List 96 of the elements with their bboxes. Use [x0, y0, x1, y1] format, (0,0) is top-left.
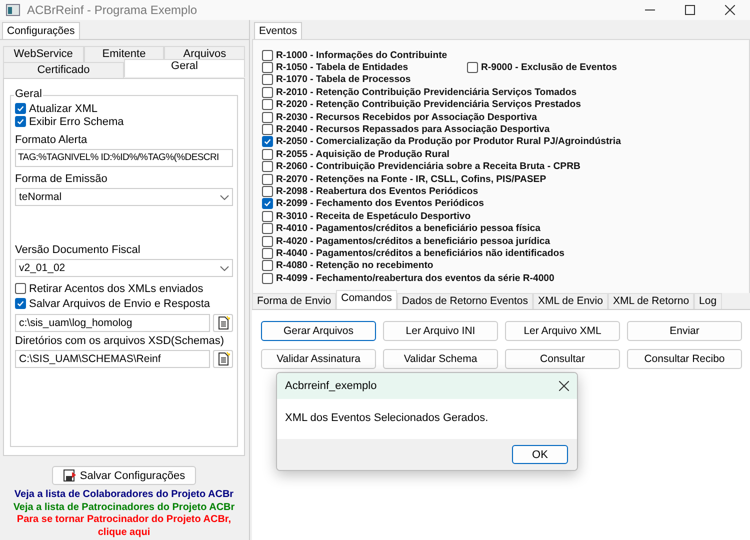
tab[interactable]: XML de Envio [532, 293, 608, 309]
checkbox-label: Retirar Acentos dos XMLs enviados [29, 282, 204, 294]
event-label: R-1070 - Tabela de Processos [276, 74, 411, 86]
event-label: R-2098 - Reabertura dos Eventos Periódicos [276, 186, 478, 197]
window-title: ACBrReinf - Programa Exemplo [27, 3, 198, 17]
checkbox[interactable] [15, 298, 26, 309]
event-label: R-2020 - Retenção Contribuição Previdenciária Serviços Prestados [276, 99, 581, 110]
chevron-icon [220, 266, 229, 270]
dialog-title: Acbrreinf_exemplo [285, 380, 377, 392]
checkbox[interactable] [15, 103, 26, 114]
checkbox[interactable] [262, 161, 273, 172]
tab[interactable]: WebService [3, 46, 84, 62]
tab[interactable]: Log [694, 293, 722, 309]
tab[interactable]: Dados de Retorno Eventos [396, 293, 533, 309]
link[interactable]: Para se tornar Patrocinador do Projeto ACBr, clique aqui [4, 514, 244, 539]
command-button[interactable]: Validar Assinatura [261, 349, 376, 369]
checkbox[interactable] [262, 62, 273, 74]
input-field[interactable]: C:\SIS_UAM\SCHEMAS\Reinf [15, 350, 210, 368]
input-field[interactable]: c:\sis_uam\log_homolog [15, 314, 210, 332]
group-title: Geral [14, 88, 43, 100]
checkbox[interactable] [262, 136, 273, 148]
event-label: R-4040 - Pagamentos/créditos a beneficiários não identificados [276, 248, 564, 259]
input-field[interactable]: TAG:%TAGNIVEL% ID:%ID%/%TAG%(%DESCRI [15, 149, 233, 167]
command-button[interactable]: Validar Schema [383, 349, 498, 369]
link[interactable]: Veja a lista de Colaboradores do Projeto ACBr [14, 489, 234, 502]
browse-button[interactable] [213, 314, 233, 332]
checkbox[interactable] [262, 124, 273, 136]
command-button[interactable]: Ler Arquivo XML [505, 321, 620, 341]
event-label: R-9000 - Exclusão de Eventos [481, 62, 617, 74]
link[interactable]: Veja a lista de Patrocinadores do Projeto ACBr [13, 502, 235, 514]
tab[interactable]: Comandos [336, 290, 397, 309]
checkbox[interactable] [262, 186, 273, 197]
close-icon[interactable] [725, 5, 735, 15]
tab[interactable]: Configurações [2, 22, 80, 39]
save-icon [62, 469, 77, 482]
dialog-message: XML dos Eventos Selecionados Gerados. [284, 411, 490, 426]
checkbox[interactable] [262, 210, 273, 222]
checkbox[interactable] [262, 223, 273, 234]
field-label: Forma de Emissão [15, 173, 108, 185]
save-button[interactable]: Salvar Configurações [52, 466, 196, 485]
checkbox[interactable] [262, 74, 273, 86]
field-label: Versão Documento Fiscal [15, 244, 142, 256]
checkbox[interactable] [262, 272, 273, 284]
checkbox[interactable] [262, 236, 273, 247]
checkbox[interactable] [467, 62, 478, 74]
checkbox[interactable] [262, 260, 273, 272]
field-label: Diretórios com os arquivos XSD(Schemas) [15, 335, 226, 347]
checkbox[interactable] [15, 116, 26, 127]
tab[interactable]: XML de Retorno [608, 293, 694, 309]
tab[interactable]: Certificado [3, 62, 124, 78]
checkbox[interactable] [262, 99, 273, 110]
document-icon [216, 316, 230, 330]
event-label: R-4010 - Pagamentos/créditos a beneficiário pessoa física [276, 223, 540, 234]
checkbox[interactable] [262, 148, 273, 160]
document-icon [216, 352, 230, 366]
checkbox-label: Atualizar XML [29, 102, 98, 114]
event-label: R-3010 - Receita de Espetáculo Desportivo [276, 210, 471, 222]
event-label: R-4020 - Pagamentos/créditos a beneficiário pessoa jurídica [276, 236, 550, 247]
event-label: R-2099 - Fechamento dos Eventos Periódicos [276, 198, 484, 210]
command-button[interactable]: Ler Arquivo INI [383, 321, 498, 341]
ok-button[interactable]: OK [512, 445, 568, 464]
tab[interactable]: Forma de Envio [252, 293, 336, 309]
event-label: R-2055 - Aquisição de Produção Rural [276, 148, 450, 160]
checkbox-label: Salvar Arquivos de Envio e Resposta [29, 298, 210, 310]
checkbox[interactable] [262, 198, 273, 210]
checkbox[interactable] [262, 248, 273, 259]
checkbox[interactable] [15, 283, 26, 294]
field-label: Formato Alerta [15, 134, 88, 146]
dropdown[interactable]: teNormal [15, 188, 233, 206]
event-label: R-2050 - Comercialização da Produção por Produtor Rural PJ/Agroindústria [276, 136, 621, 148]
command-button[interactable]: Enviar [627, 321, 742, 341]
event-label: R-2010 - Retenção Contribuição Previdenciária Serviços Tomados [276, 86, 577, 98]
checkbox[interactable] [262, 112, 273, 123]
chevron-icon [220, 194, 229, 200]
command-button[interactable]: Gerar Arquivos [261, 321, 376, 341]
event-label: R-2030 - Recursos Recebidos por Associação Desportiva [276, 112, 537, 123]
event-label: R-4099 - Fechamento/reabertura dos eventos da série R-4000 [276, 272, 554, 284]
checkbox-label: Exibir Erro Schema [29, 116, 124, 128]
checkbox[interactable] [262, 86, 273, 98]
dropdown[interactable]: v2_01_02 [15, 259, 233, 277]
tab[interactable]: Eventos [254, 22, 302, 39]
event-label: R-2040 - Recursos Repassados para Associação Desportiva [276, 124, 550, 136]
maximize-icon[interactable] [685, 5, 695, 15]
event-label: R-2060 - Contribuição Previdenciária sobre a Receita Bruta - CPRB [276, 161, 580, 172]
app-icon [6, 4, 20, 16]
command-button[interactable]: Consultar [505, 349, 620, 369]
browse-button[interactable] [213, 350, 233, 368]
tab[interactable]: Geral [124, 59, 245, 77]
checkbox[interactable] [262, 174, 273, 185]
event-label: R-1050 - Tabela de Entidades [276, 62, 408, 74]
event-label: R-2070 - Retenções na Fonte - IR, CSLL, Cofins, PIS/PASEP [276, 174, 546, 185]
checkbox[interactable] [262, 50, 273, 61]
event-label: R-4080 - Retenção no recebimento [276, 260, 434, 272]
event-label: R-1000 - Informações do Contribuinte [276, 50, 448, 61]
close-icon[interactable] [559, 381, 569, 391]
command-button[interactable]: Consultar Recibo [627, 349, 742, 369]
